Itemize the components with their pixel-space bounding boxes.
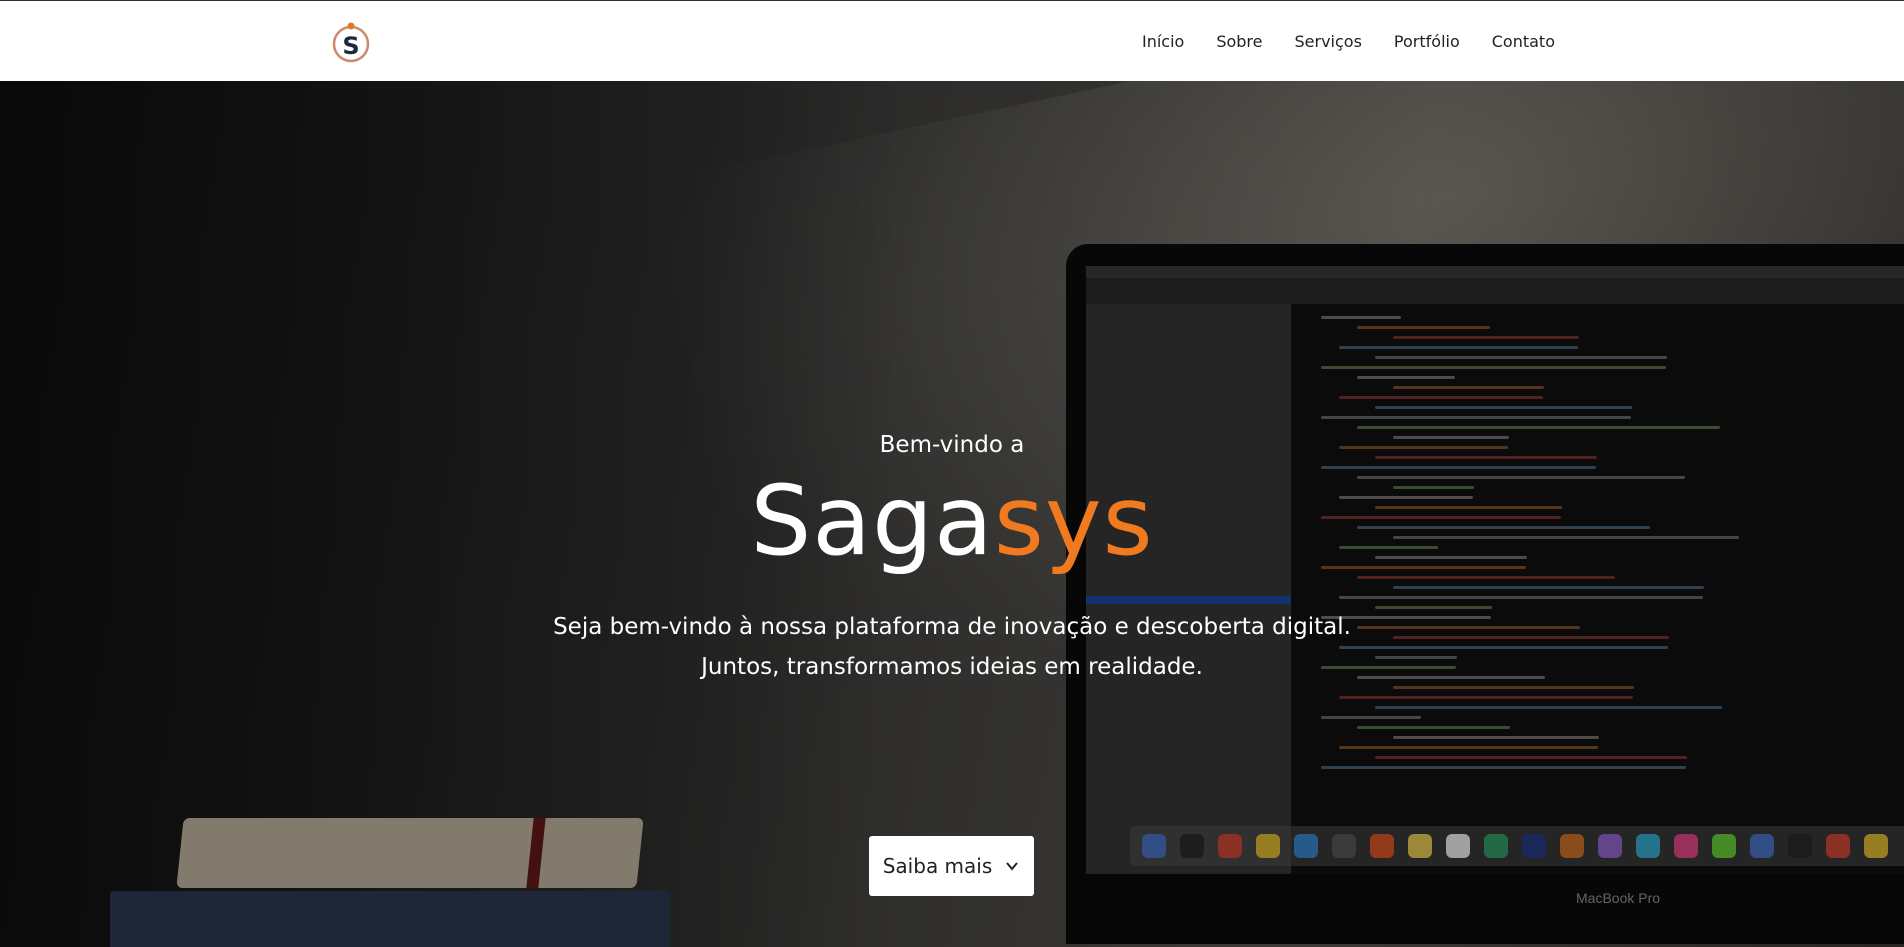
hero-description-line1: Seja bem-vindo à nossa plataforma de ino… [553, 614, 1351, 640]
saiba-mais-button[interactable]: Saiba mais [869, 836, 1034, 896]
hero-description: Seja bem-vindo à nossa plataforma de ino… [0, 607, 1904, 687]
nav-sobre[interactable]: Sobre [1216, 31, 1262, 53]
saiba-mais-label: Saiba mais [882, 854, 993, 878]
hero-section: MacBook Pro Bem-vindo a Sagasys Seja bem… [0, 81, 1904, 947]
logo-icon[interactable]: S [330, 21, 372, 63]
hero-description-line2: Juntos, transformamos ideias em realidad… [701, 654, 1203, 680]
nav-inicio[interactable]: Início [1142, 31, 1184, 53]
hero-welcome: Bem-vindo a [879, 432, 1025, 458]
hero-title-accent: sys [993, 465, 1154, 577]
nav-contato[interactable]: Contato [1492, 31, 1555, 53]
site-header: S Início Sobre Serviços Portfólio Contat… [0, 0, 1904, 81]
chevron-down-icon [1006, 862, 1019, 871]
hero-title-main: Saga [750, 465, 994, 577]
nav-portfolio[interactable]: Portfólio [1394, 31, 1460, 53]
nav-servicos[interactable]: Serviços [1295, 31, 1362, 53]
main-nav: Início Sobre Serviços Portfólio Contato [1142, 31, 1555, 53]
logo-letter: S [342, 32, 359, 60]
hero-title: Sagasys [0, 466, 1904, 576]
